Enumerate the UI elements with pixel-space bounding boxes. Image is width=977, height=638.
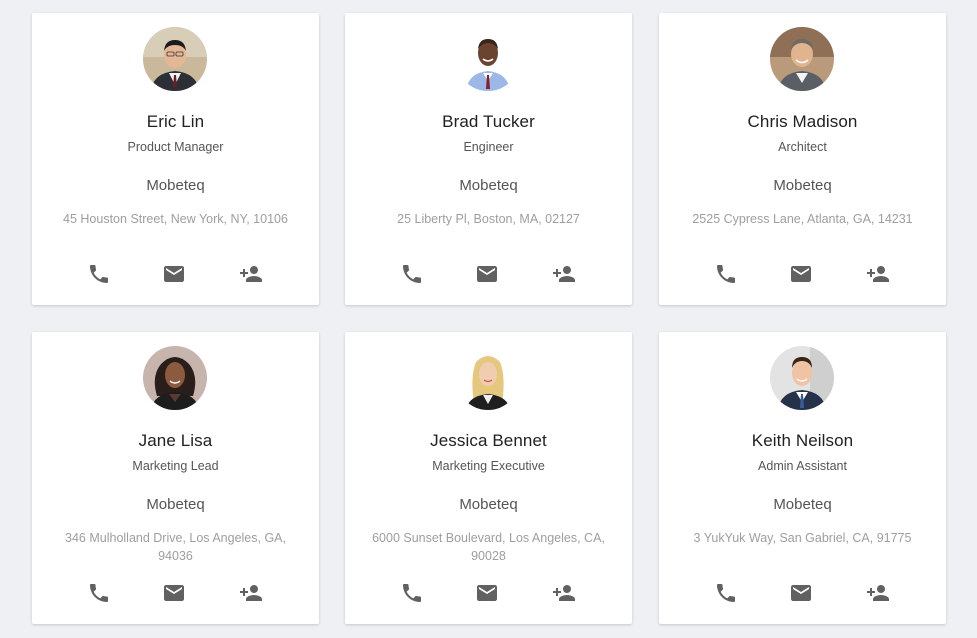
person-add-icon[interactable] bbox=[865, 262, 891, 286]
contact-name: Jessica Bennet bbox=[430, 431, 547, 450]
contact-name: Keith Neilson bbox=[751, 431, 854, 450]
contact-card: Eric Lin Product Manager Mobeteq 45 Hous… bbox=[32, 13, 319, 305]
contact-title: Admin Assistant bbox=[758, 459, 847, 473]
contact-title: Product Manager bbox=[127, 140, 224, 154]
contact-address: 6000 Sunset Boulevard, Los Angeles, CA, … bbox=[372, 531, 605, 563]
contact-actions bbox=[659, 262, 946, 286]
phone-icon[interactable] bbox=[714, 581, 740, 605]
avatar bbox=[456, 346, 520, 410]
avatar bbox=[143, 27, 207, 91]
person-add-icon[interactable] bbox=[551, 581, 577, 605]
avatar bbox=[456, 27, 520, 91]
contact-company: Mobeteq bbox=[773, 177, 832, 194]
avatar bbox=[770, 27, 834, 91]
contact-address: 346 Mulholland Drive, Los Angeles, GA, 9… bbox=[65, 531, 286, 563]
contact-name: Jane Lisa bbox=[138, 431, 213, 450]
contact-actions bbox=[345, 581, 632, 605]
phone-icon[interactable] bbox=[400, 581, 426, 605]
contact-company: Mobeteq bbox=[459, 177, 518, 194]
contact-company: Mobeteq bbox=[146, 496, 205, 513]
avatar bbox=[143, 346, 207, 410]
phone-icon[interactable] bbox=[87, 262, 113, 286]
person-add-icon[interactable] bbox=[238, 581, 264, 605]
contact-card: Keith Neilson Admin Assistant Mobeteq 3 … bbox=[659, 332, 946, 624]
contact-actions bbox=[32, 581, 319, 605]
contact-name: Chris Madison bbox=[747, 112, 858, 131]
person-add-icon[interactable] bbox=[238, 262, 264, 286]
contact-address: 45 Houston Street, New York, NY, 10106 bbox=[63, 212, 288, 226]
contact-address: 2525 Cypress Lane, Atlanta, GA, 14231 bbox=[692, 212, 913, 226]
contact-name: Brad Tucker bbox=[442, 112, 535, 131]
contact-company: Mobeteq bbox=[773, 496, 832, 513]
mail-icon[interactable] bbox=[162, 581, 188, 605]
contact-actions bbox=[32, 262, 319, 286]
mail-icon[interactable] bbox=[475, 262, 501, 286]
contact-card: Jessica Bennet Marketing Executive Mobet… bbox=[345, 332, 632, 624]
phone-icon[interactable] bbox=[400, 262, 426, 286]
contact-card: Brad Tucker Engineer Mobeteq 25 Liberty … bbox=[345, 13, 632, 305]
mail-icon[interactable] bbox=[789, 262, 815, 286]
contact-title: Engineer bbox=[463, 140, 514, 154]
contact-card: Jane Lisa Marketing Lead Mobeteq 346 Mul… bbox=[32, 332, 319, 624]
contact-title: Marketing Lead bbox=[132, 459, 219, 473]
contact-address: 25 Liberty Pl, Boston, MA, 02127 bbox=[397, 212, 580, 226]
mail-icon[interactable] bbox=[475, 581, 501, 605]
contact-actions bbox=[659, 581, 946, 605]
contact-company: Mobeteq bbox=[459, 496, 518, 513]
person-add-icon[interactable] bbox=[865, 581, 891, 605]
contact-card-grid: Eric Lin Product Manager Mobeteq 45 Hous… bbox=[0, 0, 977, 638]
contact-name: Eric Lin bbox=[146, 112, 205, 131]
phone-icon[interactable] bbox=[87, 581, 113, 605]
person-add-icon[interactable] bbox=[551, 262, 577, 286]
avatar bbox=[770, 346, 834, 410]
phone-icon[interactable] bbox=[714, 262, 740, 286]
mail-icon[interactable] bbox=[789, 581, 815, 605]
contact-address: 3 YukYuk Way, San Gabriel, CA, 91775 bbox=[693, 531, 912, 545]
mail-icon[interactable] bbox=[162, 262, 188, 286]
contact-card: Chris Madison Architect Mobeteq 2525 Cyp… bbox=[659, 13, 946, 305]
contact-title: Marketing Executive bbox=[432, 459, 545, 473]
contact-title: Architect bbox=[778, 140, 827, 154]
contact-actions bbox=[345, 262, 632, 286]
contact-company: Mobeteq bbox=[146, 177, 205, 194]
